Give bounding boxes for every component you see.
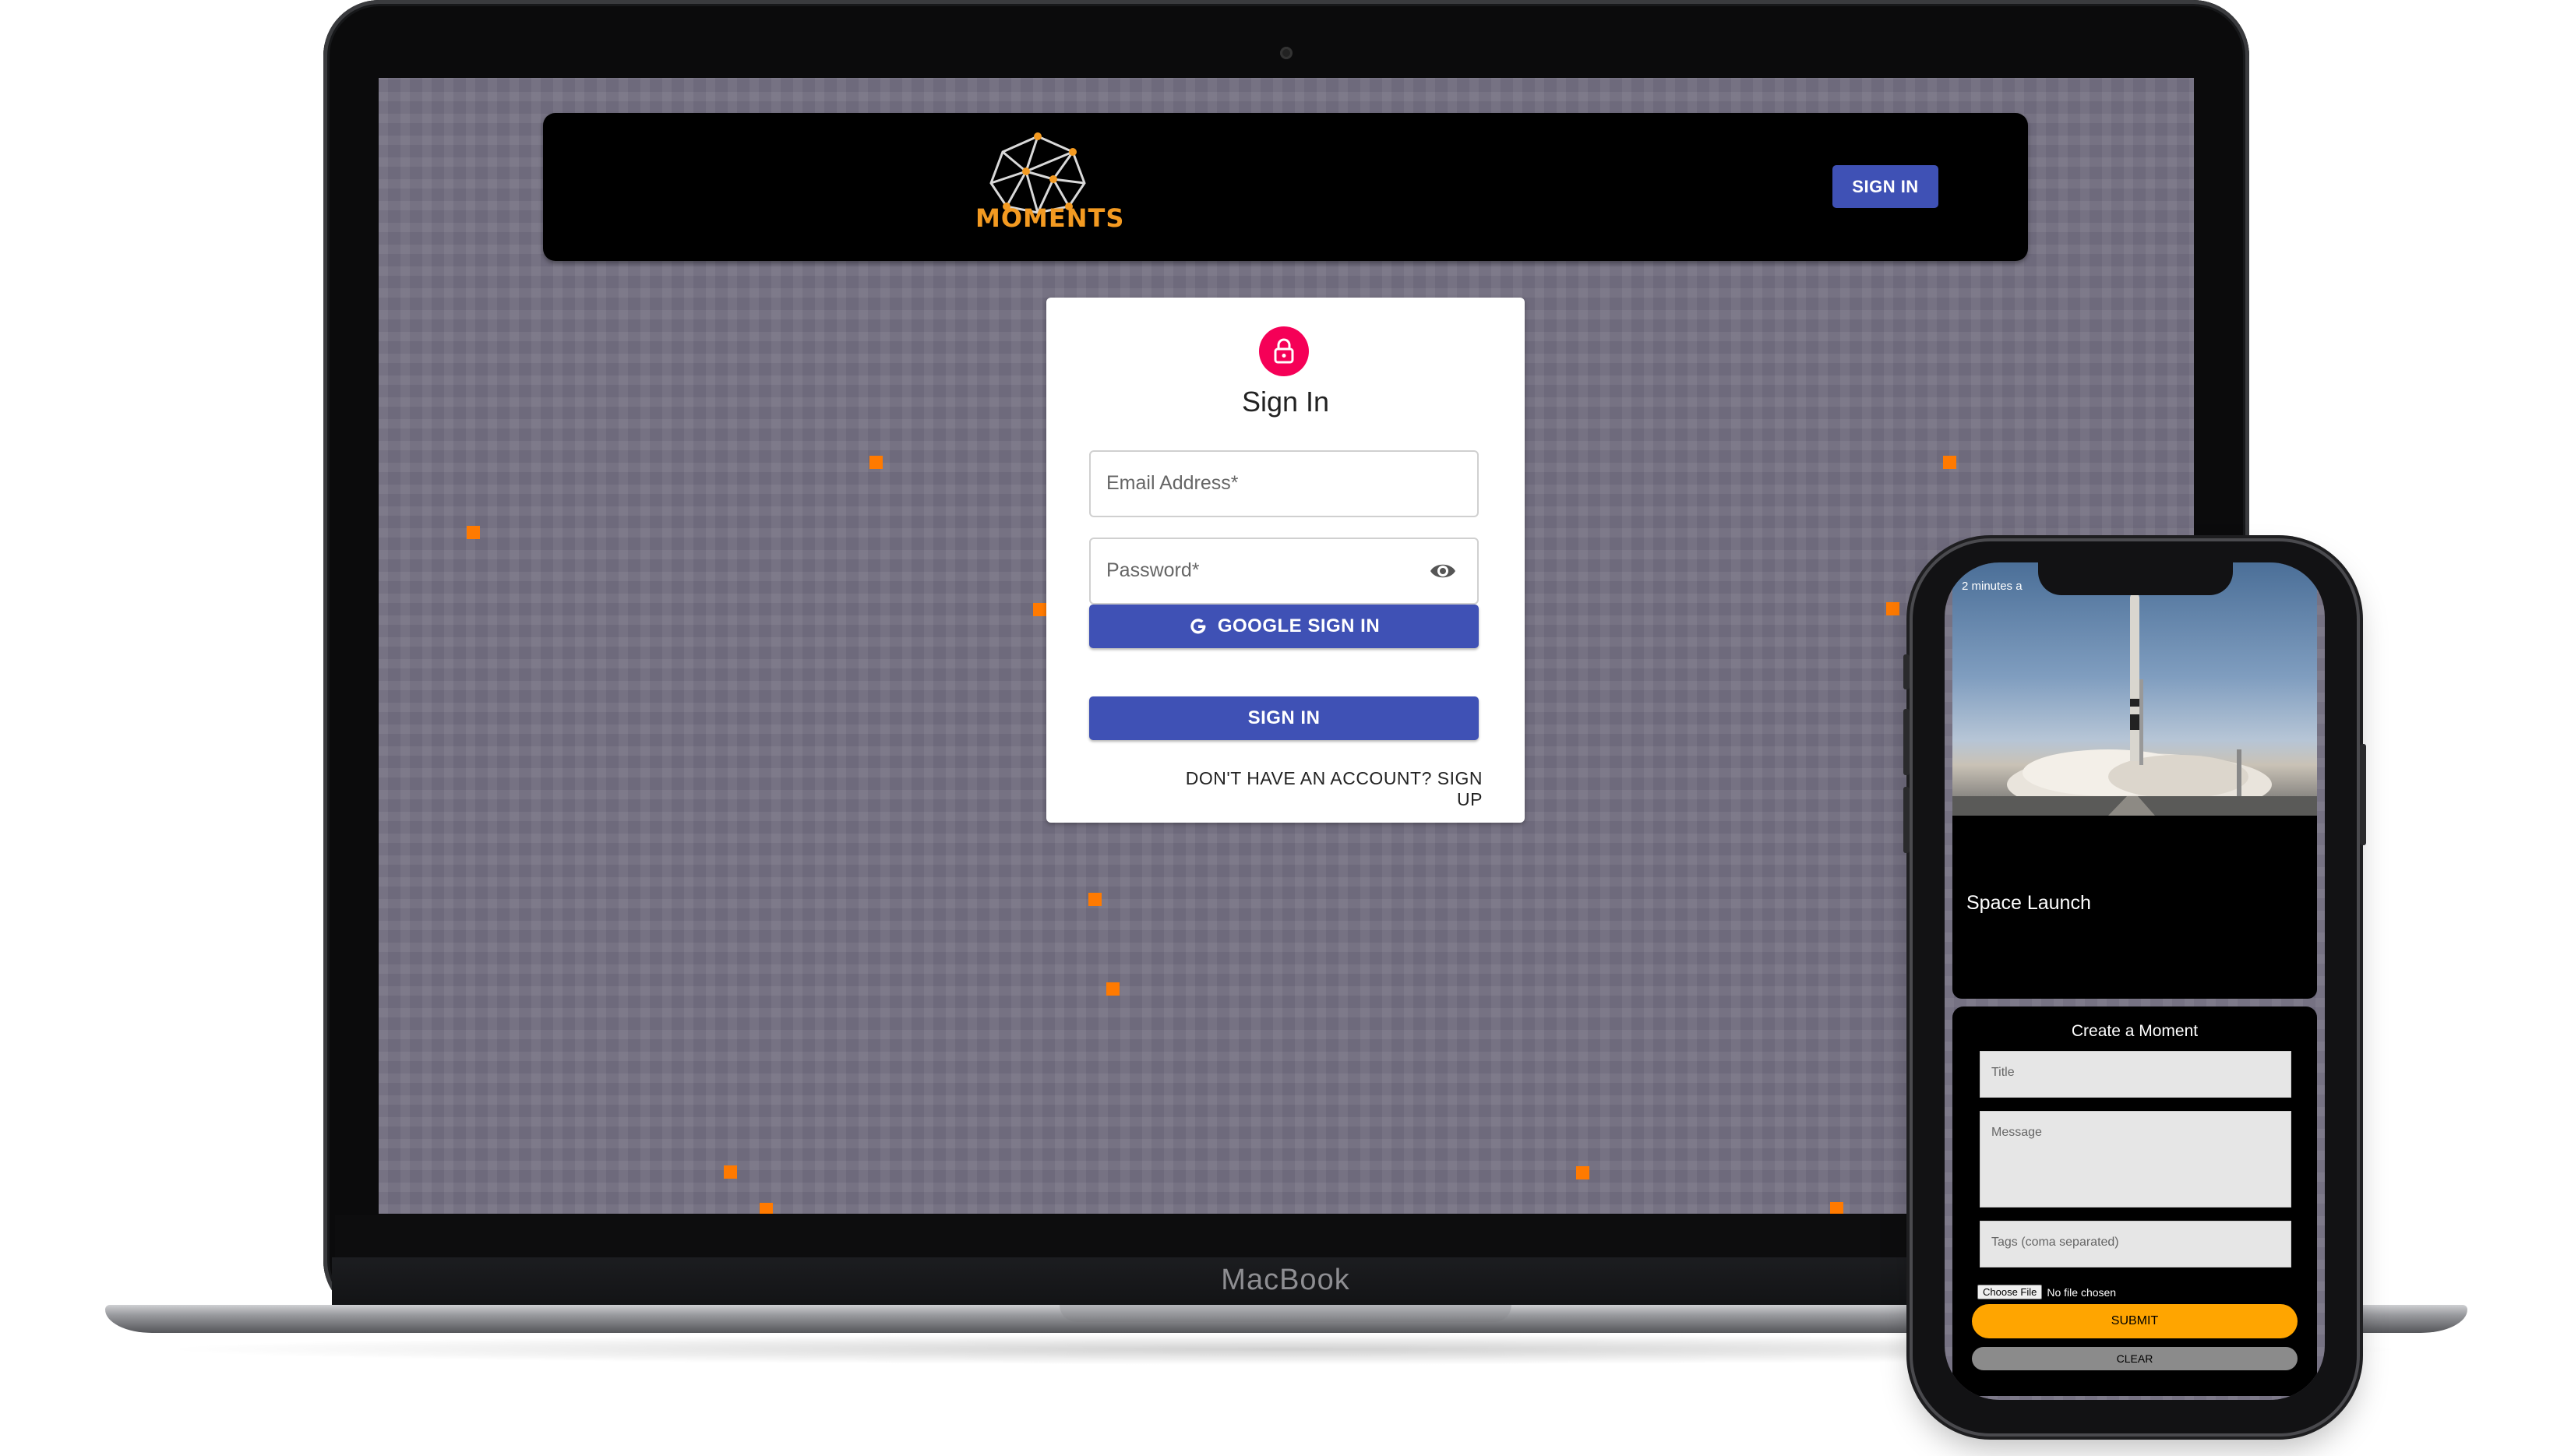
- title-placeholder: Title: [1991, 1066, 2015, 1079]
- phone-power-button: [2360, 744, 2366, 845]
- brand-name: MOMENTS: [975, 203, 1125, 233]
- file-status: No file chosen: [2047, 1285, 2117, 1299]
- submit-button[interactable]: SUBMIT: [1972, 1304, 2298, 1338]
- email-input[interactable]: [1091, 452, 1480, 517]
- tags-input[interactable]: Tags (coma separated): [1980, 1221, 2291, 1267]
- clear-button[interactable]: CLEAR: [1972, 1347, 2298, 1370]
- decor-pixel: [1830, 1202, 1843, 1214]
- decor-pixel: [1033, 603, 1046, 616]
- file-picker: Choose File No file chosen: [1977, 1285, 2116, 1299]
- laptop-base-notch: [1060, 1305, 1511, 1322]
- signup-link[interactable]: DON'T HAVE AN ACCOUNT? SIGN UP: [1155, 768, 1483, 810]
- decor-pixel: [1106, 982, 1120, 996]
- message-input[interactable]: Message: [1980, 1111, 2291, 1207]
- moment-image: [1952, 562, 2317, 816]
- page-title: Sign In: [1241, 386, 1330, 418]
- phone-mute-button: [1903, 654, 1910, 689]
- google-icon: [1190, 619, 1206, 634]
- phone-notch: [2038, 562, 2233, 595]
- decor-pixel: [1886, 602, 1899, 615]
- create-moment-form: Create a Moment Title Message Tags (coma…: [1952, 1007, 2317, 1396]
- password-input[interactable]: [1091, 539, 1480, 605]
- title-input[interactable]: Title: [1980, 1051, 2291, 1098]
- decor-pixel: [1943, 456, 1956, 469]
- eye-icon[interactable]: [1429, 559, 1457, 583]
- tags-placeholder: Tags (coma separated): [1991, 1236, 2119, 1249]
- header-signin-button[interactable]: SIGN IN: [1832, 165, 1938, 208]
- decor-pixel: [869, 456, 883, 469]
- lock-icon: [1274, 338, 1294, 364]
- signin-button[interactable]: SIGN IN: [1089, 696, 1479, 740]
- moment-card[interactable]: 2 minutes a Space Launch: [1952, 562, 2317, 999]
- decor-pixel: [724, 1165, 737, 1179]
- google-signin-button[interactable]: GOOGLE SIGN IN: [1089, 605, 1479, 648]
- app-header: MOMENTS SIGN IN: [543, 113, 2028, 261]
- password-field[interactable]: Password*: [1089, 538, 1480, 605]
- form-title: Create a Moment: [2071, 1022, 2199, 1040]
- rocket-launch-image: [1952, 580, 2317, 816]
- email-field[interactable]: Email Address*: [1089, 450, 1480, 517]
- moment-timestamp: 2 minutes a: [1962, 580, 2023, 593]
- phone-volume-up-button: [1903, 709, 1910, 775]
- phone-screen: 2 minutes a Space Launch Create a Moment…: [1945, 562, 2325, 1400]
- camera-icon: [1280, 47, 1293, 59]
- decor-pixel: [1576, 1166, 1589, 1179]
- moment-title: Space Launch: [1966, 892, 2091, 914]
- decor-pixel: [467, 526, 480, 539]
- device-label: MacBook: [1221, 1264, 1350, 1296]
- message-placeholder: Message: [1991, 1126, 2042, 1139]
- google-signin-label: GOOGLE SIGN IN: [1217, 615, 1381, 636]
- decor-pixel: [760, 1203, 773, 1214]
- phone-volume-down-button: [1903, 787, 1910, 853]
- decor-pixel: [1088, 893, 1102, 906]
- lock-avatar: [1259, 326, 1309, 376]
- signin-card: Sign In Email Address* Password* GOOGLE …: [1046, 298, 1525, 823]
- choose-file-button[interactable]: Choose File: [1977, 1285, 2043, 1299]
